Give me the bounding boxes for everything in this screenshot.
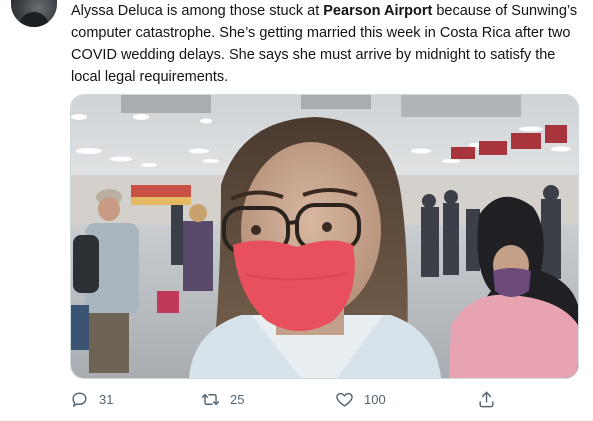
retweet-count: 25 [230, 392, 245, 407]
avatar-silhouette [19, 12, 49, 27]
retweet-icon [201, 394, 220, 405]
retweet-button[interactable]: 25 [201, 390, 244, 409]
tweet-action-bar: 31 25 100 [70, 390, 577, 412]
tweet-text-bold-location: Pearson Airport [323, 3, 433, 19]
like-count: 100 [364, 392, 386, 407]
avatar[interactable] [11, 0, 57, 27]
share-icon [479, 391, 494, 408]
reply-count: 31 [99, 392, 114, 407]
heart-icon [336, 392, 353, 407]
reply-button[interactable]: 31 [70, 390, 113, 409]
share-button[interactable] [477, 390, 496, 409]
tweet-text: Alyssa Deluca is among those stuck at Pe… [71, 0, 581, 88]
reply-icon [72, 392, 87, 408]
airport-selfie-photo [71, 95, 578, 378]
tweet-media-image[interactable] [70, 94, 579, 379]
tweet-text-start: Alyssa Deluca is among those stuck at [71, 3, 324, 19]
like-button[interactable]: 100 [335, 390, 386, 409]
